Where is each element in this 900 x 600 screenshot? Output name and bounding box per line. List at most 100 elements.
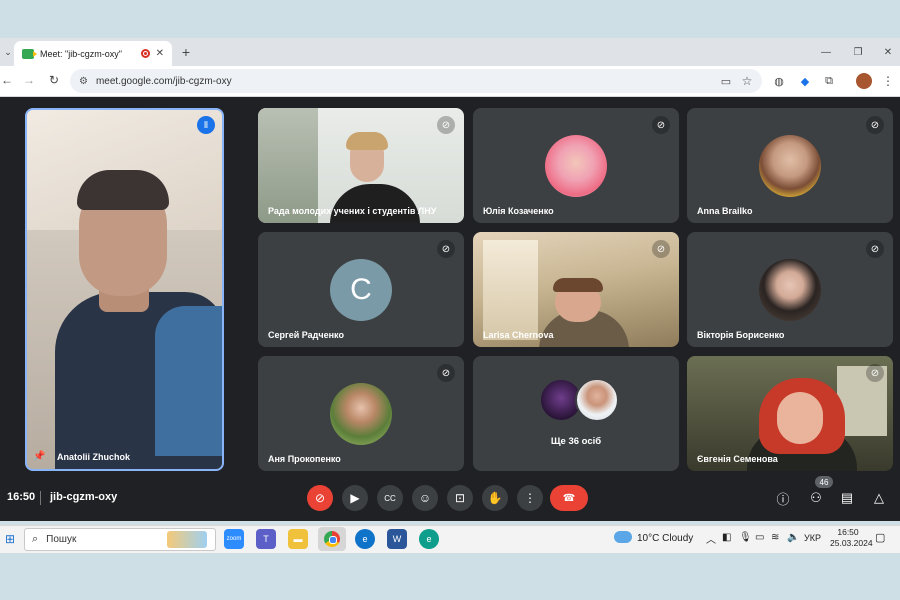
emoji-button[interactable]: ☺ [412,485,438,511]
participant-tile[interactable]: ⊘ Юлія Козаченко [473,108,679,223]
presenter-jacket [155,306,222,456]
participant-name: Вікторія Борисенко [697,330,785,340]
clock-date: 25.03.2024 [830,538,873,548]
taskbar-search-box[interactable]: ⌕ Пошук [24,528,216,551]
presenter-hair [77,170,169,210]
notifications-icon[interactable]: ▢ [875,531,885,544]
meet-favicon-icon [22,48,37,59]
site-info-icon[interactable]: ⚙ [79,76,88,87]
more-options-button[interactable]: ⋮ [517,485,543,511]
mic-off-icon: ⊘ [652,116,670,134]
participant-name: Аня Прокопенко [268,454,341,464]
curtain-background [483,240,538,340]
weather-label[interactable]: 10°C Cloudy [637,533,693,544]
participant-avatar [759,259,821,321]
start-windows-icon[interactable]: ⊞ [0,529,20,549]
taskbar-clock[interactable]: 16:50 25.03.2024 [830,527,873,549]
microphone-tray-icon[interactable]: 🎙 [739,532,752,543]
divider [40,491,41,505]
captions-button[interactable]: CC [377,485,403,511]
translate-icon[interactable]: ◍ [771,73,787,89]
participant-avatar [575,378,619,422]
reload-icon[interactable]: ↻ [46,72,62,88]
participant-tile[interactable]: ⊘ Рада молодих учених і студентів ЛНУ [258,108,464,223]
others-tile[interactable]: Ще 36 осіб [473,356,679,471]
address-bar[interactable]: ⚙ meet.google.com/jib-cgzm-oxy [70,69,762,93]
participant-avatar [330,383,392,445]
mic-off-icon: ⊘ [866,116,884,134]
participant-hair [346,132,388,150]
tab-title: Meet: "jib-cgzm-oxy" [40,48,122,59]
participant-hair [553,278,603,292]
browser-menu-icon[interactable]: ⋮ [880,73,896,89]
participant-tile[interactable]: ⊘ Євгенія Семенова [687,356,893,471]
mic-off-icon: ⊘ [437,364,455,382]
file-explorer-icon[interactable]: ▬ [288,529,308,549]
present-button[interactable]: ⊡ [447,485,473,511]
mic-off-icon: ⊘ [437,116,455,134]
clock-time: 16:50 [837,527,859,537]
participant-tile[interactable]: ⊘ Вікторія Борисенко [687,232,893,347]
chrome-app-icon[interactable] [318,527,346,551]
participant-tile[interactable]: C ⊘ Сергей Радченко [258,232,464,347]
cast-icon[interactable]: ▭ [718,73,734,89]
more-participants-label: Ще 36 осіб [550,436,602,447]
meet-tray-icon[interactable]: ◧ [722,532,731,543]
new-tab-button[interactable]: + [178,44,194,60]
participant-name: Рада молодих учених і студентів ЛНУ [268,206,437,216]
participant-name: Anatolii Zhuchok [57,452,130,462]
minimize-button[interactable]: — [818,44,834,60]
meeting-time: 16:50 [7,491,36,503]
participant-name: Сергей Радченко [268,330,344,340]
presenter-tile[interactable]: ⦀ 📌 Anatolii Zhuchok [25,108,224,471]
forward-icon[interactable]: → [22,72,36,88]
participant-avatar [545,135,607,197]
participant-name: Євгенія Семенова [697,454,778,464]
participant-name: Anna Brailko [697,206,753,216]
bookmark-star-icon[interactable]: ☆ [739,73,755,89]
volume-icon[interactable]: 🔈 [787,532,799,543]
search-placeholder: Пошук [46,534,77,545]
maximize-button[interactable]: ❐ [850,44,866,60]
edge-app-icon[interactable]: e [355,529,375,549]
recording-dot-icon [140,49,150,58]
pin-icon[interactable]: 📌 [33,451,45,462]
teams-app-icon[interactable]: T [256,529,276,549]
participant-body [330,184,420,223]
extension-diamond-icon[interactable]: ◆ [797,73,813,89]
people-icon[interactable]: ⚇ [806,488,826,508]
wifi-icon[interactable]: ≋ [771,532,779,543]
language-indicator[interactable]: УКР [804,533,821,543]
battery-icon[interactable]: ▭ [755,532,764,543]
url-text: meet.google.com/jib-cgzm-oxy [95,75,232,87]
tab-search-chevron-icon[interactable]: ⌄ [2,45,14,59]
participant-tile[interactable]: ⊘ Аня Прокопенко [258,356,464,471]
participant-tile[interactable]: ⊘ Anna Brailko [687,108,893,223]
mic-off-button[interactable]: ⊘ [307,485,333,511]
participants-count-badge: 46 [815,476,833,488]
participant-avatar: C [330,259,392,321]
leave-call-button[interactable]: ☎ [550,485,588,511]
participant-face [777,392,823,444]
tab-close-icon[interactable]: ✕ [156,48,164,59]
participant-name: Юлія Козаченко [483,206,554,216]
zoom-app-icon[interactable]: zoom [224,529,244,549]
meeting-code: jib-cgzm-oxy [50,491,118,503]
tray-chevron-icon[interactable]: ︿ [706,531,716,546]
speaking-indicator-icon: ⦀ [197,116,215,134]
chat-icon[interactable]: ▤ [837,488,857,508]
back-icon[interactable]: ← [0,72,14,88]
extensions-puzzle-icon[interactable]: ⧉ [821,73,837,89]
activities-icon[interactable]: △ [869,488,889,508]
edge-dev-app-icon[interactable]: e [419,529,439,549]
search-icon: ⌕ [32,533,39,545]
mic-off-icon: ⊘ [866,364,884,382]
raise-hand-button[interactable]: ✋ [482,485,508,511]
participant-tile[interactable]: ⊘ Larisa Chernova [473,232,679,347]
close-window-button[interactable]: ✕ [880,44,896,60]
meeting-info-icon[interactable]: ⓘ [773,488,793,508]
word-app-icon[interactable]: W [387,529,407,549]
tab-meet[interactable]: Meet: "jib-cgzm-oxy" ✕ [14,41,172,66]
profile-avatar[interactable] [856,73,872,89]
camera-button[interactable]: ▶ [342,485,368,511]
